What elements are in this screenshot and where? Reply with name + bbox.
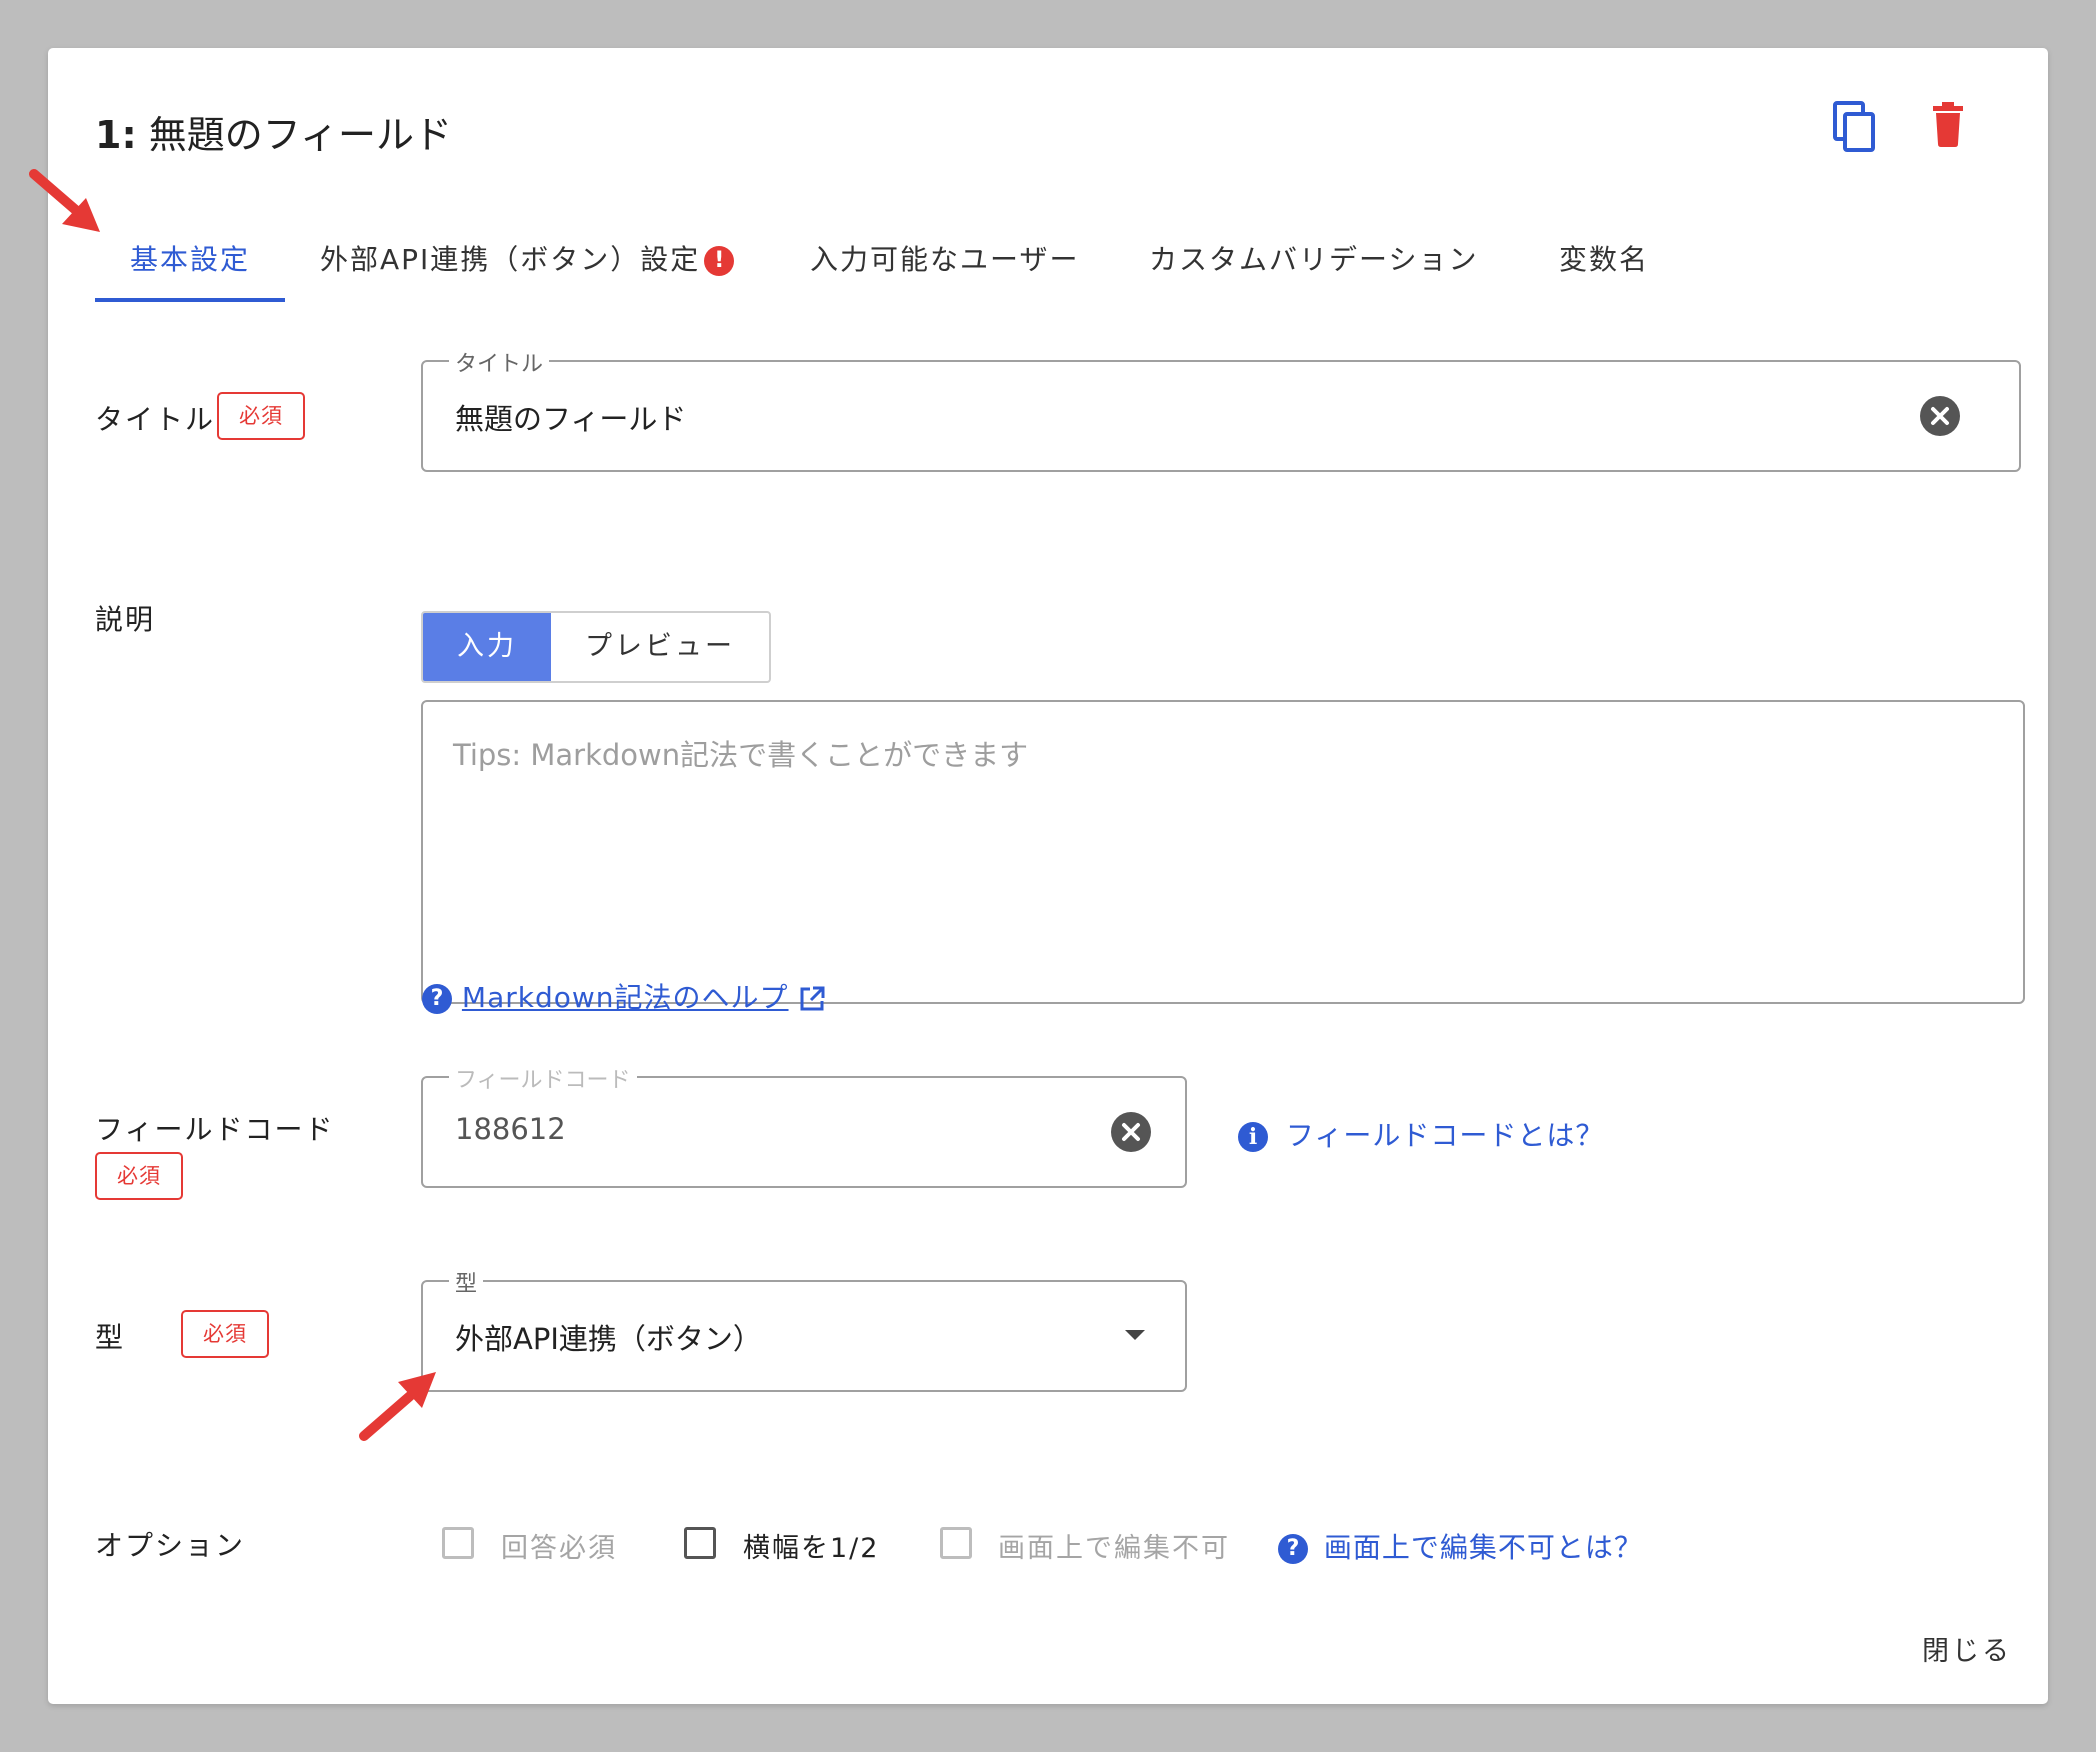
active-tab-indicator (95, 298, 285, 302)
description-textarea[interactable]: Tips: Markdown記法で書くことができます (421, 700, 2025, 1004)
not-editable-label: 画面上で編集不可 (998, 1533, 1230, 1564)
half-width-label: 横幅を1/2 (743, 1533, 880, 1564)
external-link-icon (800, 986, 825, 1011)
copy-icon[interactable] (1831, 100, 1881, 156)
required-answer-label: 回答必須 (501, 1533, 617, 1564)
required-answer-checkbox[interactable] (442, 1527, 474, 1559)
field-code-value: 188612 (455, 1112, 566, 1146)
markdown-help-link[interactable]: ? Markdown記法のヘルプ (422, 976, 826, 1016)
type-label: 型 (95, 1321, 126, 1354)
field-code-input[interactable]: フィールドコード 188612 (421, 1062, 1187, 1188)
help-icon: ? (1278, 1534, 1308, 1564)
help-icon: ? (422, 984, 452, 1014)
tab-external-api-label: 外部API連携（ボタン）設定 (320, 243, 701, 276)
type-value: 外部API連携（ボタン） (455, 1322, 762, 1356)
clear-icon[interactable] (1920, 396, 1960, 436)
field-code-help-link[interactable]: i フィールドコードとは？ (1238, 1114, 1604, 1154)
type-required-badge: 必須 (181, 1310, 269, 1358)
field-code-help-text: フィールドコードとは？ (1285, 1119, 1605, 1152)
field-code-float-label: フィールドコード (449, 1062, 637, 1094)
field-code-label: フィールドコード (95, 1113, 335, 1146)
not-editable-help-link[interactable]: ? 画面上で編集不可とは？ (1278, 1526, 1643, 1566)
title-input[interactable]: タイトル 無題のフィールド (421, 346, 2021, 472)
dialog-title: 1: 無題のフィールド (95, 113, 452, 157)
tab-variable-name[interactable]: 変数名 (1559, 238, 1649, 278)
not-editable-checkbox[interactable] (940, 1527, 972, 1559)
field-settings-dialog: 1: 無題のフィールド 基本設定 外部API連携（ボタン）設定! 入力可能なユー… (48, 48, 2048, 1704)
type-float-label: 型 (449, 1266, 484, 1298)
trash-icon[interactable] (1930, 100, 1980, 156)
tab-allowed-users[interactable]: 入力可能なユーザー (810, 238, 1079, 278)
tab-custom-validation[interactable]: カスタムバリデーション (1149, 238, 1478, 278)
title-float-label: タイトル (449, 346, 550, 378)
description-mode-toggle: 入力 プレビュー (421, 611, 771, 683)
close-button[interactable]: 閉じる (1922, 1629, 2012, 1668)
info-icon: i (1238, 1122, 1268, 1152)
field-code-required-badge: 必須 (95, 1152, 183, 1200)
annotation-arrow-icon (29, 169, 100, 232)
annotation-arrow-icon (359, 1372, 436, 1441)
tab-external-api-settings[interactable]: 外部API連携（ボタン）設定! (320, 238, 735, 278)
type-select[interactable]: 型 外部API連携（ボタン） (421, 1266, 1187, 1392)
title-value: 無題のフィールド (455, 402, 687, 436)
markdown-help-text: Markdown記法のヘルプ (461, 981, 789, 1014)
tab-input[interactable]: 入力 (423, 613, 551, 681)
description-label: 説明 (95, 603, 156, 636)
warning-icon: ! (704, 246, 735, 276)
title-required-badge: 必須 (217, 392, 305, 440)
not-editable-help-text: 画面上で編集不可とは？ (1323, 1531, 1643, 1564)
half-width-checkbox[interactable] (684, 1527, 716, 1559)
tab-preview[interactable]: プレビュー (551, 613, 769, 681)
options-label: オプション (95, 1529, 246, 1562)
clear-icon[interactable] (1111, 1112, 1151, 1152)
description-placeholder: Tips: Markdown記法で書くことができます (453, 738, 1029, 772)
title-label: タイトル (95, 403, 216, 436)
chevron-down-icon (1125, 1330, 1145, 1340)
tab-basic-settings[interactable]: 基本設定 (130, 238, 250, 278)
